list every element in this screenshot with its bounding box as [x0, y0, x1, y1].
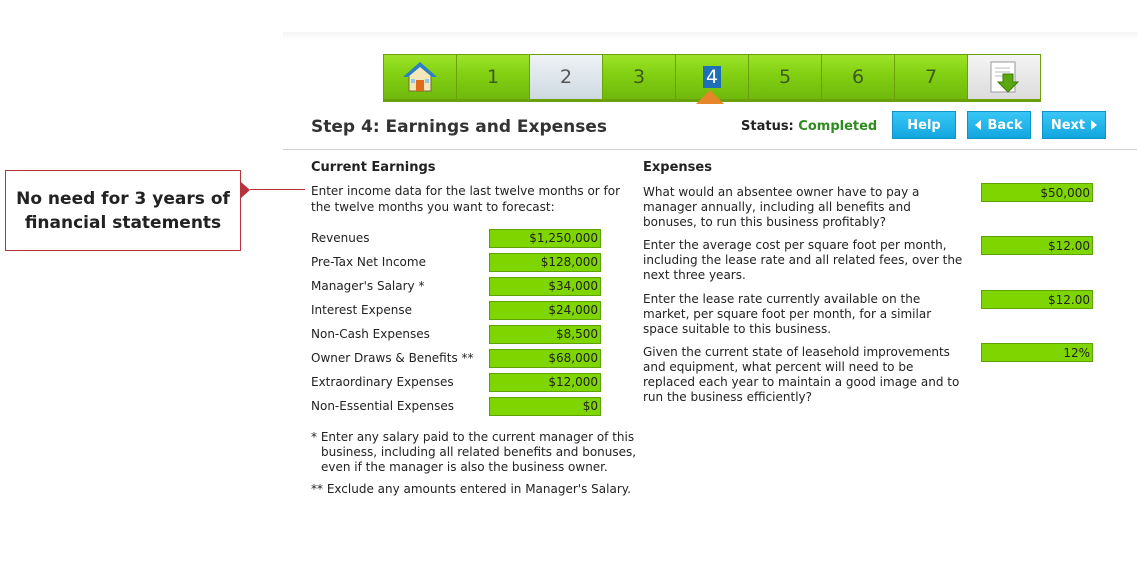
- earnings-row-non-cash-expenses: Non-Cash Expenses: [311, 324, 601, 344]
- content-panel-top: [283, 32, 1137, 40]
- avg-cost-per-sqft-input[interactable]: [981, 236, 1093, 255]
- help-button-label: Help: [907, 117, 941, 133]
- salary-footnote-line-3: even if the manager is also the business…: [321, 460, 608, 474]
- expense-question-market-lease-rate: Enter the lease rate currently available…: [643, 292, 932, 336]
- earnings-label: Non-Cash Expenses: [311, 327, 430, 341]
- absentee-manager-pay-input[interactable]: [981, 183, 1093, 202]
- interest-expense-input[interactable]: [489, 300, 601, 320]
- next-button[interactable]: Next: [1042, 111, 1106, 139]
- active-step-pointer: [696, 90, 724, 104]
- salary-footnote-line-2: business, including all related benefits…: [321, 445, 637, 459]
- back-button-label: Back: [987, 117, 1023, 133]
- owner-draws-footnote: ** Exclude any amounts entered in Manage…: [311, 482, 631, 496]
- step-1[interactable]: 1: [457, 55, 529, 99]
- expense-question-manager-pay: What would an absentee owner have to pay…: [643, 185, 920, 229]
- managers-salary-input[interactable]: [489, 276, 601, 296]
- step-6-label: 6: [851, 66, 865, 88]
- earnings-row-pretax-net-income: Pre-Tax Net Income: [311, 252, 601, 272]
- step-5-label: 5: [778, 66, 792, 88]
- earnings-row-managers-salary: Manager's Salary *: [311, 276, 601, 296]
- replacement-percent-input[interactable]: [981, 343, 1093, 362]
- expense-question-avg-cost-sqft: Enter the average cost per square foot p…: [643, 238, 963, 282]
- step-3[interactable]: 3: [603, 55, 675, 99]
- step-6[interactable]: 6: [822, 55, 894, 99]
- earnings-label: Interest Expense: [311, 303, 412, 317]
- step-download[interactable]: [968, 55, 1040, 99]
- earnings-intro: Enter income data for the last twelve mo…: [311, 184, 621, 214]
- download-document-icon: [990, 61, 1020, 93]
- earnings-row-interest-expense: Interest Expense: [311, 300, 601, 320]
- earnings-label: Non-Essential Expenses: [311, 399, 455, 413]
- step-home[interactable]: [384, 55, 456, 99]
- callout-line-2: financial statements: [24, 212, 222, 233]
- step-1-label: 1: [486, 66, 500, 88]
- earnings-section-title: Current Earnings: [311, 160, 436, 175]
- next-button-label: Next: [1050, 117, 1086, 133]
- earnings-label: Revenues: [311, 231, 370, 245]
- non-cash-expenses-input[interactable]: [489, 324, 601, 344]
- callout-arrow: [241, 182, 250, 198]
- revenues-input[interactable]: [489, 228, 601, 248]
- expenses-section-title: Expenses: [643, 160, 712, 175]
- extraordinary-expenses-input[interactable]: [489, 372, 601, 392]
- callout-connector: [250, 189, 305, 190]
- earnings-label: Owner Draws & Benefits **: [311, 351, 474, 365]
- status-value: Completed: [798, 119, 878, 134]
- home-icon: [403, 62, 437, 92]
- expense-question-replacement-percent: Given the current state of leasehold imp…: [643, 345, 960, 404]
- step-2-label: 2: [559, 66, 573, 88]
- arrow-left-icon: [975, 120, 982, 130]
- non-essential-expenses-input[interactable]: [489, 396, 601, 416]
- callout-line-1: No need for 3 years of: [16, 188, 230, 209]
- market-lease-rate-input[interactable]: [981, 290, 1093, 309]
- earnings-label: Manager's Salary *: [311, 279, 425, 293]
- earnings-row-owner-draws: Owner Draws & Benefits **: [311, 348, 601, 368]
- step-7-label: 7: [924, 66, 938, 88]
- callout-box: No need for 3 years of financial stateme…: [5, 170, 241, 251]
- step-3-label: 3: [632, 66, 646, 88]
- earnings-label: Pre-Tax Net Income: [311, 255, 426, 269]
- step-2[interactable]: 2: [530, 55, 602, 99]
- help-button[interactable]: Help: [892, 111, 956, 139]
- step-7[interactable]: 7: [895, 55, 967, 99]
- step-4-label: 4: [702, 66, 722, 88]
- earnings-row-extraordinary-expenses: Extraordinary Expenses: [311, 372, 601, 392]
- header-divider: [283, 149, 1137, 150]
- page-title: Step 4: Earnings and Expenses: [311, 117, 608, 137]
- status-label: Status:: [741, 119, 794, 134]
- earnings-label: Extraordinary Expenses: [311, 375, 454, 389]
- earnings-row-revenues: Revenues: [311, 228, 601, 248]
- arrow-right-icon: [1091, 120, 1098, 130]
- earnings-row-non-essential-expenses: Non-Essential Expenses: [311, 396, 601, 416]
- step-5[interactable]: 5: [749, 55, 821, 99]
- status-indicator: Status: Completed: [741, 119, 877, 134]
- back-button[interactable]: Back: [967, 111, 1031, 139]
- owner-draws-input[interactable]: [489, 348, 601, 368]
- pretax-net-income-input[interactable]: [489, 252, 601, 272]
- salary-footnote: * Enter any salary paid to the current m…: [311, 430, 651, 475]
- salary-footnote-line-1: * Enter any salary paid to the current m…: [311, 430, 635, 444]
